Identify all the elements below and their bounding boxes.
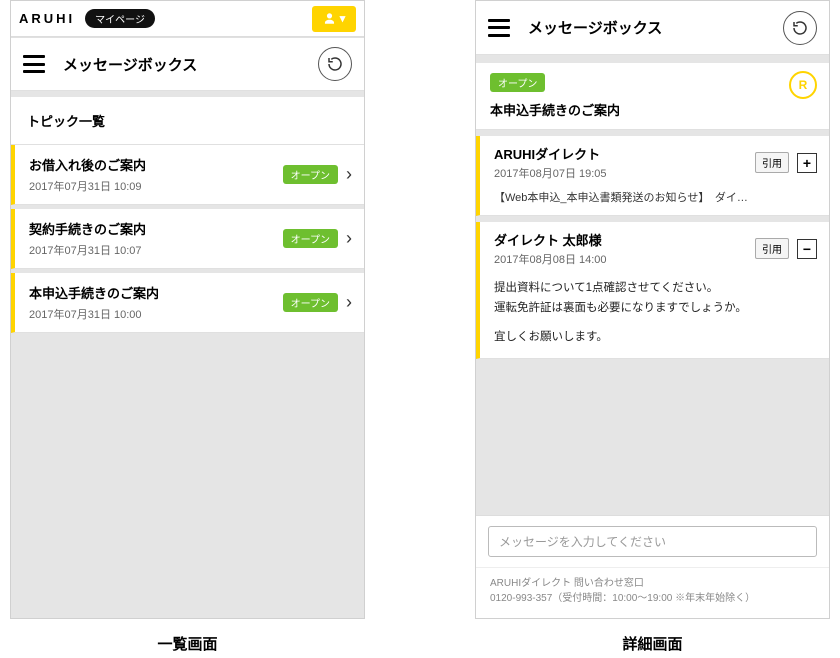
list-screen: ARUHI マイページ ▾ メッセージボックス トピック一覧 お借入れ後のご案内…	[10, 0, 365, 658]
message-preview: 【Web本申込_本申込書類発送のお知らせ】 ダイ…	[494, 189, 817, 205]
header: メッセージボックス	[476, 1, 829, 55]
status-badge: オープン	[283, 229, 338, 248]
brand-bar: ARUHI マイページ ▾	[11, 1, 364, 37]
quote-button[interactable]: 引用	[755, 238, 789, 259]
refresh-icon	[326, 55, 344, 73]
menu-icon[interactable]	[23, 55, 45, 73]
header: メッセージボックス	[11, 37, 364, 91]
brand-logo: ARUHI	[19, 11, 75, 26]
chevron-right-icon: ›	[346, 228, 352, 249]
topic-list-item[interactable]: 本申込手続きのご案内 2017年07月31日 10:00 オープン ›	[11, 273, 364, 333]
mypage-pill[interactable]: マイページ	[85, 9, 155, 28]
footer-line: 0120-993-357（受付時間：10:00〜19:00 ※年末年始除く）	[490, 591, 815, 606]
message-sender: ARUHIダイレクト	[494, 144, 747, 163]
topic-list-heading: トピック一覧	[11, 97, 364, 145]
topic-list-item[interactable]: お借入れ後のご案内 2017年07月31日 10:09 オープン ›	[11, 145, 364, 205]
topic-title: 契約手続きのご案内	[29, 219, 283, 238]
thread-subject: 本申込手続きのご案内	[490, 100, 815, 119]
detail-screen: メッセージボックス オープン 本申込手続きのご案内 R ARUHIダイレクト 2…	[475, 0, 830, 658]
page-title: メッセージボックス	[528, 17, 765, 38]
user-button[interactable]: ▾	[312, 6, 356, 32]
user-dropdown-caret: ▾	[340, 12, 346, 25]
chevron-right-icon: ›	[346, 164, 352, 185]
page-title: メッセージボックス	[63, 54, 300, 75]
message-body-line: 運転免許証は裏面も必要になりますでしょうか。	[494, 299, 817, 319]
chevron-right-icon: ›	[346, 292, 352, 313]
expand-icon[interactable]: +	[797, 153, 817, 173]
refresh-icon	[791, 19, 809, 37]
topic-list-item[interactable]: 契約手続きのご案内 2017年07月31日 10:07 オープン ›	[11, 209, 364, 269]
list-caption: 一覧画面	[10, 619, 365, 658]
message-sender: ダイレクト 太郎様	[494, 230, 747, 249]
topic-date: 2017年07月31日 10:00	[29, 306, 283, 322]
user-icon	[323, 12, 336, 25]
status-badge: オープン	[283, 293, 338, 312]
topic-date: 2017年07月31日 10:07	[29, 242, 283, 258]
thread-header: オープン 本申込手続きのご案内 R	[476, 63, 829, 130]
refresh-button[interactable]	[318, 47, 352, 81]
footer-line: ARUHIダイレクト 問い合わせ窓口	[490, 576, 815, 591]
detail-screen-surface: メッセージボックス オープン 本申込手続きのご案内 R ARUHIダイレクト 2…	[475, 0, 830, 619]
collapse-icon[interactable]: −	[797, 239, 817, 259]
message-item-collapsed[interactable]: ARUHIダイレクト 2017年08月07日 19:05 引用 + 【Web本申…	[476, 136, 829, 216]
status-badge: オープン	[490, 73, 545, 92]
message-date: 2017年08月08日 14:00	[494, 251, 747, 267]
refresh-button[interactable]	[783, 11, 817, 45]
compose-input[interactable]: メッセージを入力してください	[488, 526, 817, 557]
message-body: 提出資料について1点確認させてください。 運転免許証は裏面も必要になりますでしょ…	[494, 279, 817, 348]
message-item-expanded: ダイレクト 太郎様 2017年08月08日 14:00 引用 − 提出資料につい…	[476, 222, 829, 359]
topic-list: お借入れ後のご案内 2017年07月31日 10:09 オープン › 契約手続き…	[11, 145, 364, 333]
quote-button[interactable]: 引用	[755, 152, 789, 173]
topic-title: 本申込手続きのご案内	[29, 283, 283, 302]
message-date: 2017年08月07日 19:05	[494, 165, 747, 181]
compose-bar: メッセージを入力してください	[476, 515, 829, 567]
contact-footer: ARUHIダイレクト 問い合わせ窓口 0120-993-357（受付時間：10:…	[476, 567, 829, 618]
topic-date: 2017年07月31日 10:09	[29, 178, 283, 194]
topic-title: お借入れ後のご案内	[29, 155, 283, 174]
message-body-line: 宜しくお願いします。	[494, 328, 817, 348]
message-body-line: 提出資料について1点確認させてください。	[494, 279, 817, 299]
compose-placeholder: メッセージを入力してください	[499, 535, 666, 549]
list-screen-surface: ARUHI マイページ ▾ メッセージボックス トピック一覧 お借入れ後のご案内…	[10, 0, 365, 619]
detail-caption: 詳細画面	[475, 619, 830, 658]
menu-icon[interactable]	[488, 19, 510, 37]
thread-badge-icon: R	[789, 71, 817, 99]
status-badge: オープン	[283, 165, 338, 184]
